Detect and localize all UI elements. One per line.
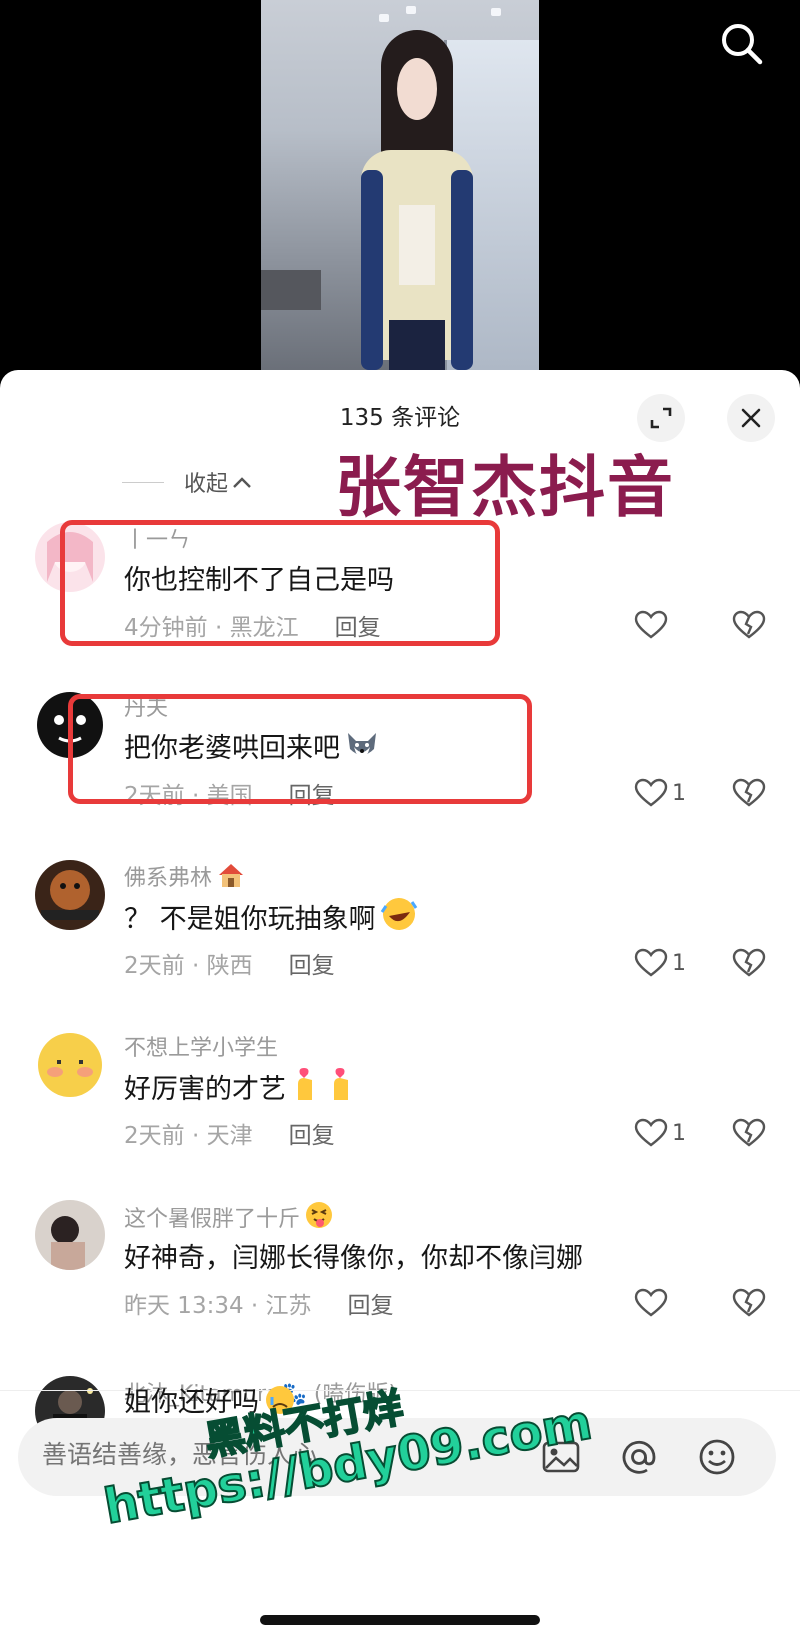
comment-item: 佛系弗林 ？ 不是姐你玩抽象啊 2天前 · 陕西 回复 1 bbox=[0, 860, 800, 1020]
chevron-up-icon bbox=[232, 470, 252, 495]
broken-heart-icon[interactable] bbox=[732, 1118, 766, 1152]
emoji-icon[interactable] bbox=[696, 1436, 738, 1482]
reply-button[interactable]: 回复 bbox=[289, 776, 335, 810]
comment-text: 好神奇，闫娜长得像你，你却不像闫娜 bbox=[124, 1243, 583, 1274]
broken-heart-icon[interactable] bbox=[732, 1288, 766, 1322]
like-count: 1 bbox=[672, 1120, 686, 1146]
heart-icon bbox=[634, 778, 668, 807]
comment-time-location: 2天前 · 美国 bbox=[124, 783, 253, 809]
comment-author[interactable]: 佛系弗林 bbox=[124, 860, 246, 895]
comment-meta: 2天前 · 陕西 回复 bbox=[124, 946, 335, 980]
finger-heart-emoji-icon bbox=[290, 1066, 322, 1109]
like-button[interactable]: 1 bbox=[634, 1118, 686, 1148]
like-count: 1 bbox=[672, 780, 686, 806]
broken-heart-icon[interactable] bbox=[732, 948, 766, 982]
comment-item: 不想上学小学生 好厉害的才艺 2天前 · 天津 回复 1 bbox=[0, 1030, 800, 1190]
broken-heart-icon[interactable] bbox=[732, 610, 766, 644]
avatar[interactable] bbox=[35, 1030, 105, 1100]
comment-time-location: 昨天 13:34 · 江苏 bbox=[124, 1293, 312, 1319]
search-icon[interactable] bbox=[718, 20, 766, 68]
video-person bbox=[351, 30, 481, 372]
like-count: 1 bbox=[672, 950, 686, 976]
video-frame bbox=[261, 0, 539, 372]
comment-time-location: 4分钟前 · 黑龙江 bbox=[124, 615, 299, 641]
comment-author[interactable]: 丨一ㄣ bbox=[124, 522, 190, 554]
comment-author-name: 佛系弗林 bbox=[124, 866, 213, 891]
comment-meta: 昨天 13:34 · 江苏 回复 bbox=[124, 1286, 394, 1320]
comment-author[interactable]: 不想上学小学生 bbox=[124, 1030, 278, 1062]
comment-meta: 2天前 · 美国 回复 bbox=[124, 776, 335, 810]
video-player[interactable] bbox=[0, 0, 800, 372]
comment-time-location: 2天前 · 天津 bbox=[124, 1123, 253, 1149]
collapse-label: 收起 bbox=[184, 472, 229, 497]
house-emoji-icon bbox=[216, 861, 246, 895]
divider-line bbox=[122, 481, 164, 483]
ceiling-light bbox=[406, 6, 416, 14]
reply-button[interactable]: 回复 bbox=[289, 1116, 335, 1150]
like-button[interactable]: 1 bbox=[634, 948, 686, 978]
home-indicator[interactable] bbox=[260, 1615, 540, 1625]
comment-meta: 2天前 · 天津 回复 bbox=[124, 1116, 335, 1150]
comment-item: 这个暑假胖了十斤 好神奇，闫娜长得像你，你却不像闫娜 昨天 13:34 · 江苏… bbox=[0, 1200, 800, 1360]
heart-icon bbox=[634, 1118, 668, 1147]
comment-text-content: ？ 不是姐你玩抽象啊 bbox=[124, 904, 376, 935]
heart-icon bbox=[634, 1288, 668, 1317]
comment-author[interactable]: 这个暑假胖了十斤 bbox=[124, 1200, 334, 1236]
overlay-caption: 张智杰抖音 bbox=[335, 449, 675, 526]
reply-button[interactable]: 回复 bbox=[289, 946, 335, 980]
finger-heart-emoji-icon bbox=[326, 1066, 358, 1109]
comment-text: 好厉害的才艺 bbox=[124, 1066, 358, 1109]
comment-item: 丹夫 把你老婆哄回来吧 2天前 · 美国 回复 1 bbox=[0, 690, 800, 850]
comment-author[interactable]: 丹夫 bbox=[124, 690, 168, 722]
like-button[interactable] bbox=[634, 610, 672, 640]
comment-author-name: 这个暑假胖了十斤 bbox=[124, 1207, 301, 1232]
avatar[interactable] bbox=[35, 522, 105, 592]
mention-icon[interactable] bbox=[618, 1436, 660, 1482]
close-icon[interactable] bbox=[727, 394, 775, 442]
avatar[interactable] bbox=[35, 690, 105, 760]
heart-icon bbox=[634, 610, 668, 639]
avatar[interactable] bbox=[35, 1200, 105, 1270]
tongue-emoji-icon bbox=[304, 1200, 334, 1236]
input-divider bbox=[0, 1390, 800, 1391]
ceiling-light bbox=[379, 14, 389, 22]
comment-text: ？ 不是姐你玩抽象啊 bbox=[124, 896, 418, 939]
like-button[interactable]: 1 bbox=[634, 778, 686, 808]
broken-heart-icon[interactable] bbox=[732, 778, 766, 812]
rofl-emoji-icon bbox=[380, 896, 418, 939]
heart-icon bbox=[634, 948, 668, 977]
comment-text-content: 好厉害的才艺 bbox=[124, 1074, 286, 1105]
wolf-emoji-icon bbox=[344, 729, 380, 768]
comment-item: 丨一ㄣ 你也控制不了自己是吗 4分钟前 · 黑龙江 回复 bbox=[0, 522, 800, 682]
like-button[interactable] bbox=[634, 1288, 672, 1318]
reply-button[interactable]: 回复 bbox=[348, 1286, 394, 1320]
ceiling-light bbox=[491, 8, 501, 16]
collapse-replies-button[interactable]: 收起 bbox=[122, 466, 252, 498]
comment-text: 你也控制不了自己是吗 bbox=[124, 565, 394, 596]
avatar[interactable] bbox=[35, 860, 105, 930]
comment-text: 把你老婆哄回来吧 bbox=[124, 726, 380, 768]
comment-meta: 4分钟前 · 黑龙江 回复 bbox=[124, 608, 381, 642]
comment-text-content: 把你老婆哄回来吧 bbox=[124, 733, 340, 764]
comment-sheet: 135 条评论 收起 张智杰抖音 丨一ㄣ 你也控制不了自己是吗 4分钟前 · 黑… bbox=[0, 370, 800, 1635]
reply-button[interactable]: 回复 bbox=[335, 608, 381, 642]
desk bbox=[261, 270, 321, 310]
comment-time-location: 2天前 · 陕西 bbox=[124, 953, 253, 979]
